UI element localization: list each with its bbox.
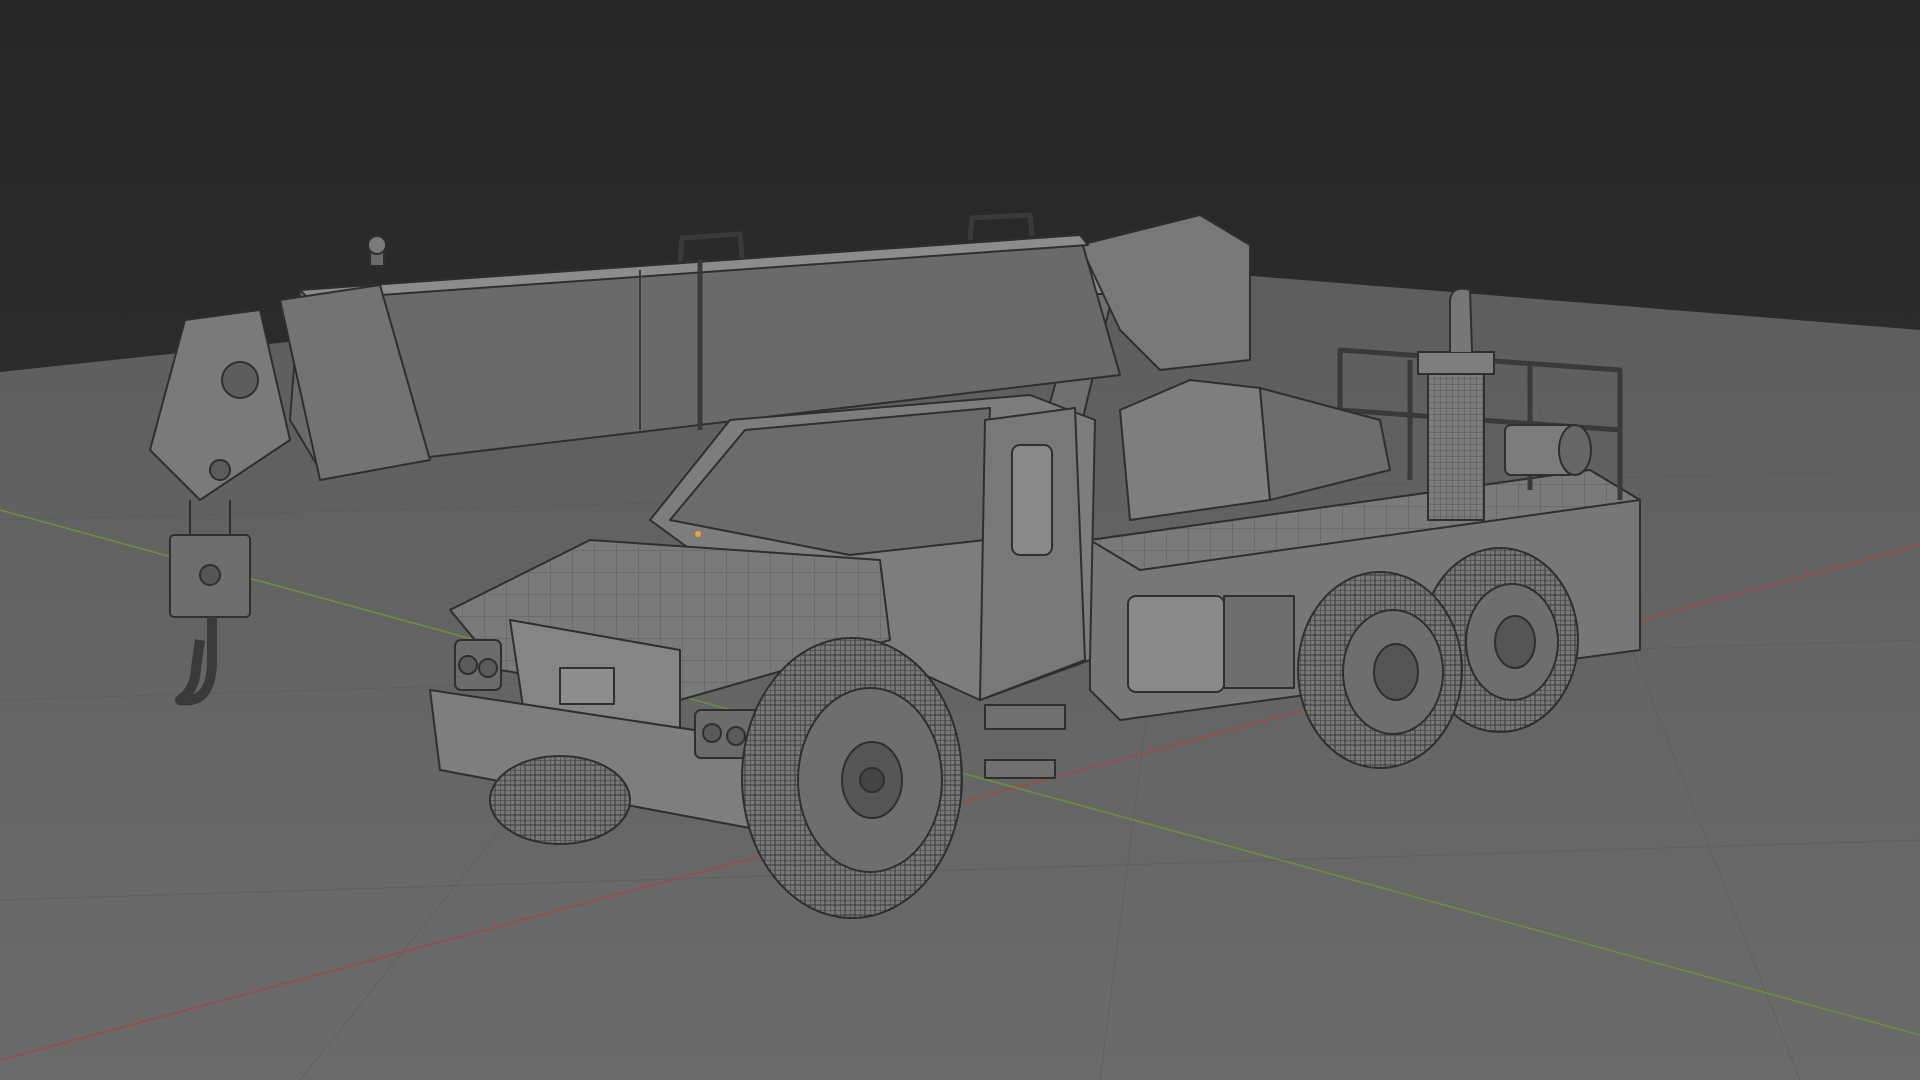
side-toolbox[interactable] — [1127, 595, 1225, 693]
operator-cabin[interactable] — [1119, 379, 1271, 521]
rear-wheel-1[interactable] — [1297, 571, 1463, 769]
front-wheel-right[interactable] — [741, 637, 963, 919]
front-wheel-left[interactable] — [489, 755, 631, 845]
object-origin-dot — [695, 531, 701, 537]
viewport-scene[interactable] — [0, 0, 1920, 1080]
side-mirror[interactable] — [1011, 444, 1053, 556]
license-plate — [559, 667, 615, 705]
headlight-left — [454, 639, 502, 691]
cab-step[interactable] — [984, 704, 1066, 730]
3d-viewport[interactable] — [0, 0, 1920, 1080]
winch-motor[interactable] — [1504, 424, 1592, 476]
